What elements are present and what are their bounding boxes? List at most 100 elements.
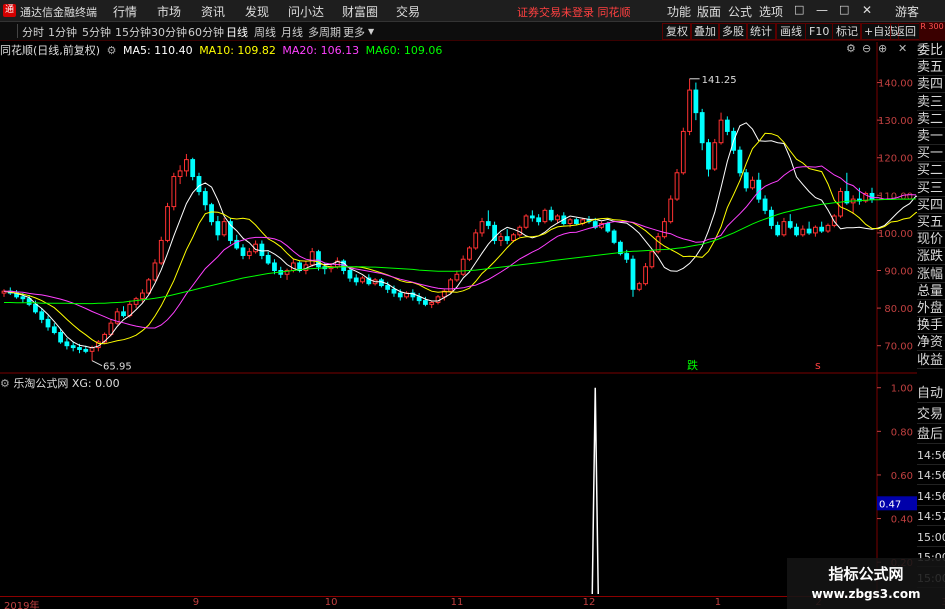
candle-down [33,303,38,313]
candle-down [209,204,214,223]
side-label: 涨幅 [917,265,945,283]
candle-up [668,198,674,223]
draw-line-button[interactable]: 画线 [776,23,806,40]
candle-up [636,283,642,290]
candle-up [448,279,453,292]
x-axis-label: 12 [582,597,596,608]
maximize-icon[interactable]: □ [839,3,849,16]
side-label: 买四 [917,196,945,214]
candle-down [611,230,617,243]
candle-up [523,215,529,228]
overlay-button[interactable]: 叠加 [690,23,720,40]
side-label[interactable]: 盘后 [917,425,945,444]
candle-up [467,247,472,260]
menu-zixun[interactable]: 资讯 [201,3,225,20]
candle-up [246,251,252,256]
price-tick-label: 120.00 [878,154,913,165]
tab-period-60min[interactable]: 60分钟 [188,24,224,40]
stats-button[interactable]: 统计 [746,23,776,40]
candle-down [215,221,221,236]
f10-button[interactable]: F10 [805,23,834,40]
candle-up [473,232,479,249]
candle-down [693,89,699,114]
ma-line-ma10 [3,132,917,345]
low-price-label: 65.95 [103,362,132,373]
candle-down [819,226,825,232]
indicator-chart[interactable]: 0.200.400.600.801.000.47 [0,374,917,596]
candle-down [265,254,271,264]
candle-down [573,219,579,225]
candle-up [567,219,573,225]
candle-up [750,179,755,189]
tab-period-daily[interactable]: 日线 [226,24,248,40]
candle-up [184,159,189,172]
candle-up [662,221,667,238]
tab-period-multi[interactable]: 多周期 [308,24,341,40]
candle-up [825,224,831,232]
x-axis-label: 11 [450,597,464,608]
minimize-icon[interactable]: — [816,3,828,17]
candle-up [498,236,504,241]
indicator-tick-label: 1.00 [891,384,913,395]
back-button[interactable]: 返回 [890,23,920,40]
candle-up [165,206,170,241]
login-notice[interactable]: 证券交易未登录 同花顺 [517,4,631,20]
candle-up [133,298,139,305]
tab-period-more[interactable]: 更多 [343,24,365,40]
tab-period-30min[interactable]: 30分钟 [151,24,187,40]
menu-gongneng[interactable]: 功能 [667,3,691,20]
tab-period-5min[interactable]: 5分钟 [82,24,111,40]
candle-down [259,243,265,256]
candle-down [743,172,749,189]
menu-faxian[interactable]: 发现 [245,3,269,20]
side-label[interactable]: 自动 [917,384,945,403]
x-axis-label: 10 [324,597,338,608]
side-label: 卖三 [917,93,945,111]
side-label: 卖五 [917,59,945,77]
menu-caifuquan[interactable]: 财富圈 [342,3,378,20]
candle-up [146,279,152,294]
side-label[interactable]: 交易 [917,404,945,424]
menu-hangqing[interactable]: 行情 [113,3,137,20]
trade-time: 14:57 [917,507,945,526]
more-dropdown-icon[interactable]: ▼ [368,27,374,36]
candle-down [416,296,422,302]
tab-period-15min[interactable]: 15分钟 [115,24,151,40]
xg-signal-spike [591,387,599,595]
menu-banmian[interactable]: 版面 [697,3,721,20]
menu-xuanxiang[interactable]: 选项 [759,3,783,20]
menu-bar: 通 通达信金融终端 行情 市场 资讯 发现 问小达 财富圈 交易 证券交易未登录… [0,0,945,22]
candle-down [775,224,781,236]
candle-down [121,311,126,317]
x-axis-label: 2019年 [4,601,40,609]
multi-stock-button[interactable]: 多股 [718,23,748,40]
low-pointer [91,360,103,367]
x-axis-label: 1 [714,597,722,608]
tab-period-1min[interactable]: 1分钟 [48,24,77,40]
candle-down [504,236,510,241]
tab-period-weekly[interactable]: 周线 [254,24,276,40]
restore-icon[interactable]: □ [794,3,804,16]
close-icon[interactable]: ✕ [862,3,872,17]
guest-label[interactable]: 游客 [895,3,919,20]
menu-shichang[interactable]: 市场 [157,3,181,20]
fuquan-button[interactable]: 复权 [662,23,692,40]
tab-period-monthly[interactable]: 月线 [281,24,303,40]
side-label: 收益 [917,351,945,369]
kline-chart[interactable]: 70.00 80.00 90.00 100.00 110.00 120.00 130.00 1… [0,42,917,374]
candle-down [630,258,636,290]
menu-jiaoyi[interactable]: 交易 [396,3,420,20]
menu-gongshi[interactable]: 公式 [728,3,752,20]
candle-up [555,215,560,221]
menu-wenxiaoda[interactable]: 问小达 [288,3,324,20]
candle-up [290,262,296,272]
candle-down [737,149,743,174]
tab-period-fenshi[interactable]: 分时 [22,24,44,40]
indicator-tick-label: 0.80 [891,427,913,438]
candle-down [272,262,277,272]
side-label: 买五 [917,214,945,231]
price-tick-label: 110.00 [878,191,913,202]
mark-button[interactable]: 标记 [832,23,862,40]
candle-down [536,217,542,223]
x-axis: 2019年9101112123 [0,596,945,609]
